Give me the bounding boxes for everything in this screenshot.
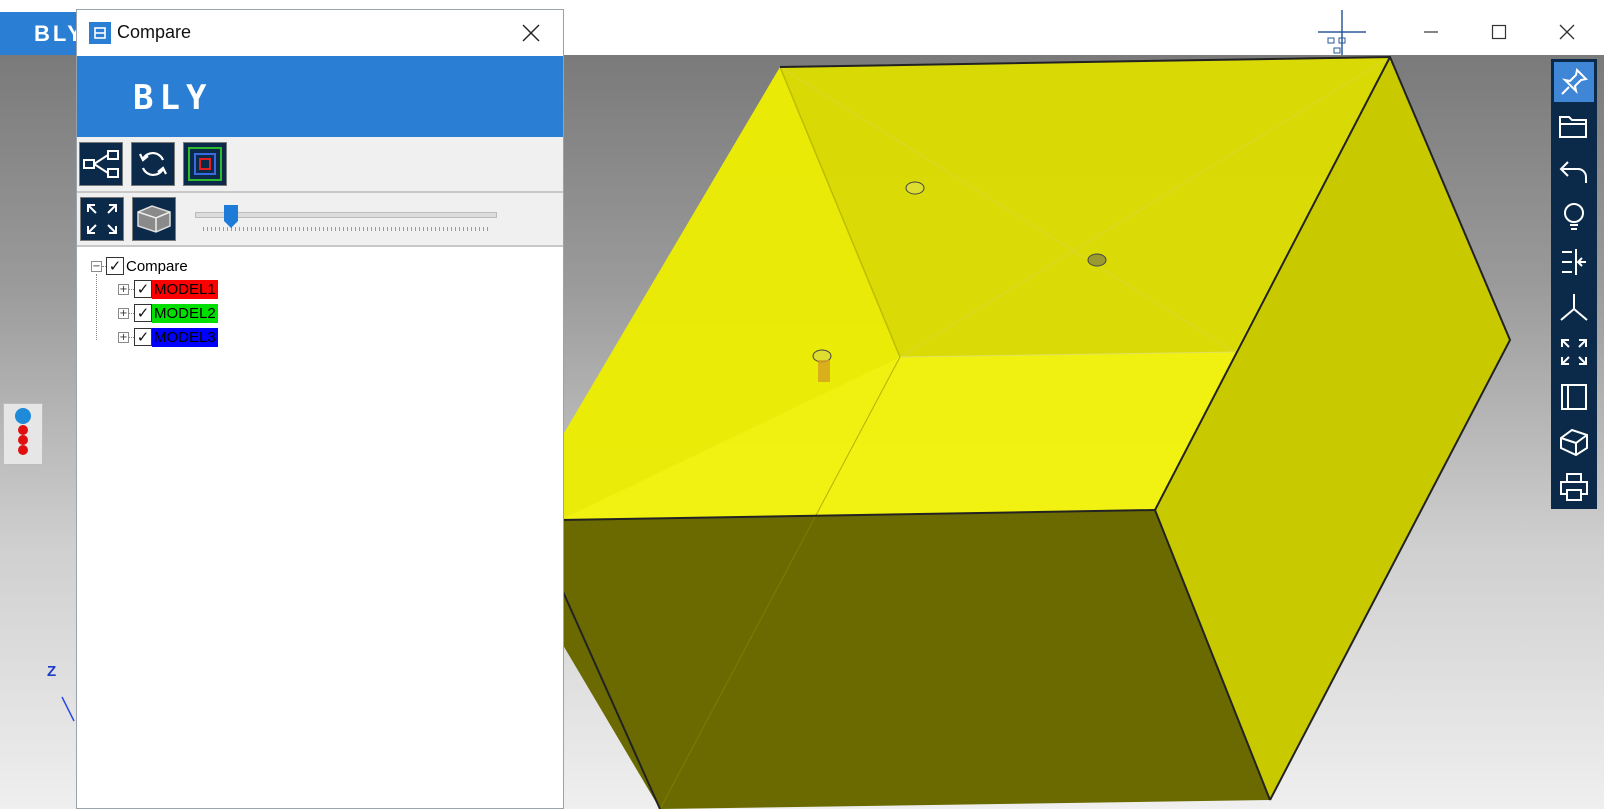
network-icon[interactable]	[1318, 10, 1366, 58]
layers-frame-icon	[188, 147, 222, 181]
open-folder-button[interactable]	[1554, 107, 1594, 147]
transparency-slider[interactable]	[195, 205, 497, 235]
dialog-title-bar: Compare	[77, 10, 563, 56]
close-button[interactable]	[1544, 14, 1590, 50]
tree-share-icon	[83, 150, 119, 178]
box-section-button[interactable]	[132, 197, 176, 241]
dots-icon	[15, 408, 31, 455]
print-icon	[1560, 473, 1588, 501]
model3-checkbox[interactable]: ✓	[134, 328, 152, 346]
align-button[interactable]	[1554, 242, 1594, 282]
banner-logo: BLY	[133, 78, 213, 118]
dialog-banner: BLY	[77, 56, 563, 137]
tree-root[interactable]: − ✓ Compare	[91, 255, 188, 277]
refresh-button[interactable]	[131, 142, 175, 186]
slider-thumb[interactable]	[224, 205, 238, 229]
lightbulb-button[interactable]	[1554, 197, 1594, 237]
light-indicator-widget[interactable]	[3, 403, 43, 465]
model2-label: MODEL2	[152, 303, 218, 323]
minimize-icon	[1424, 31, 1438, 33]
tree-share-button[interactable]	[79, 142, 123, 186]
maximize-button[interactable]	[1476, 14, 1522, 50]
square-view-icon	[1561, 384, 1587, 410]
tree-item-model2[interactable]: + ✓ MODEL2	[118, 302, 218, 324]
app-small-icon	[89, 22, 111, 44]
box-section-icon	[137, 205, 171, 233]
tree-root-checkbox[interactable]: ✓	[106, 257, 124, 275]
dialog-toolbar-secondary	[77, 193, 563, 247]
tree-item-model3[interactable]: + ✓ MODEL3	[118, 326, 218, 348]
minimize-button[interactable]	[1408, 14, 1454, 50]
layers-frame-button[interactable]	[183, 142, 227, 186]
dialog-close-button[interactable]	[517, 20, 545, 46]
undo-button[interactable]	[1554, 152, 1594, 192]
expand-toggle[interactable]: +	[118, 283, 129, 295]
cube-view-icon	[1560, 428, 1588, 457]
axis-label-z: Z	[47, 663, 57, 680]
maximize-icon	[1491, 24, 1507, 40]
print-button[interactable]	[1554, 467, 1594, 507]
close-icon	[1559, 24, 1575, 40]
square-view-button[interactable]	[1554, 377, 1594, 417]
slider-track	[195, 212, 497, 218]
tree-item-model1[interactable]: + ✓ MODEL1	[118, 278, 218, 300]
dialog-toolbar-primary	[77, 137, 563, 193]
model1-checkbox[interactable]: ✓	[134, 280, 152, 298]
fit-view-dialog-button[interactable]	[80, 197, 124, 241]
compare-dialog: Compare BLY − ✓ Compare + ✓ MODEL1 + ✓ M…	[76, 9, 564, 809]
expand-toggle[interactable]: +	[118, 331, 129, 343]
model1-label: MODEL1	[152, 279, 218, 299]
lightbulb-icon	[1564, 203, 1584, 230]
dialog-title: Compare	[117, 22, 192, 42]
model3-label: MODEL3	[152, 327, 218, 347]
fit-view-icon	[1561, 339, 1587, 365]
fit-view-button[interactable]	[1554, 332, 1594, 372]
align-icon	[1562, 249, 1586, 275]
open-folder-icon	[1559, 116, 1587, 138]
undo-icon	[1559, 161, 1587, 183]
right-toolbar	[1551, 59, 1597, 509]
model-tree: − ✓ Compare + ✓ MODEL1 + ✓ MODEL2 + ✓ MO…	[77, 247, 563, 808]
axes-icon	[1560, 294, 1588, 321]
tree-guide-line	[96, 274, 97, 340]
collapse-toggle[interactable]: −	[91, 260, 102, 272]
pin-icon	[1561, 67, 1589, 95]
model2-checkbox[interactable]: ✓	[134, 304, 152, 322]
cube-view-button[interactable]	[1554, 422, 1594, 462]
pin-button[interactable]	[1554, 62, 1594, 102]
app-logo: BLY	[0, 12, 82, 55]
axes-button[interactable]	[1554, 287, 1594, 327]
refresh-icon	[139, 151, 167, 177]
expand-toggle[interactable]: +	[118, 307, 129, 319]
tree-root-label: Compare	[126, 257, 188, 275]
fit-view-icon	[87, 204, 117, 234]
close-icon	[522, 24, 540, 42]
slider-ticks	[203, 227, 489, 231]
